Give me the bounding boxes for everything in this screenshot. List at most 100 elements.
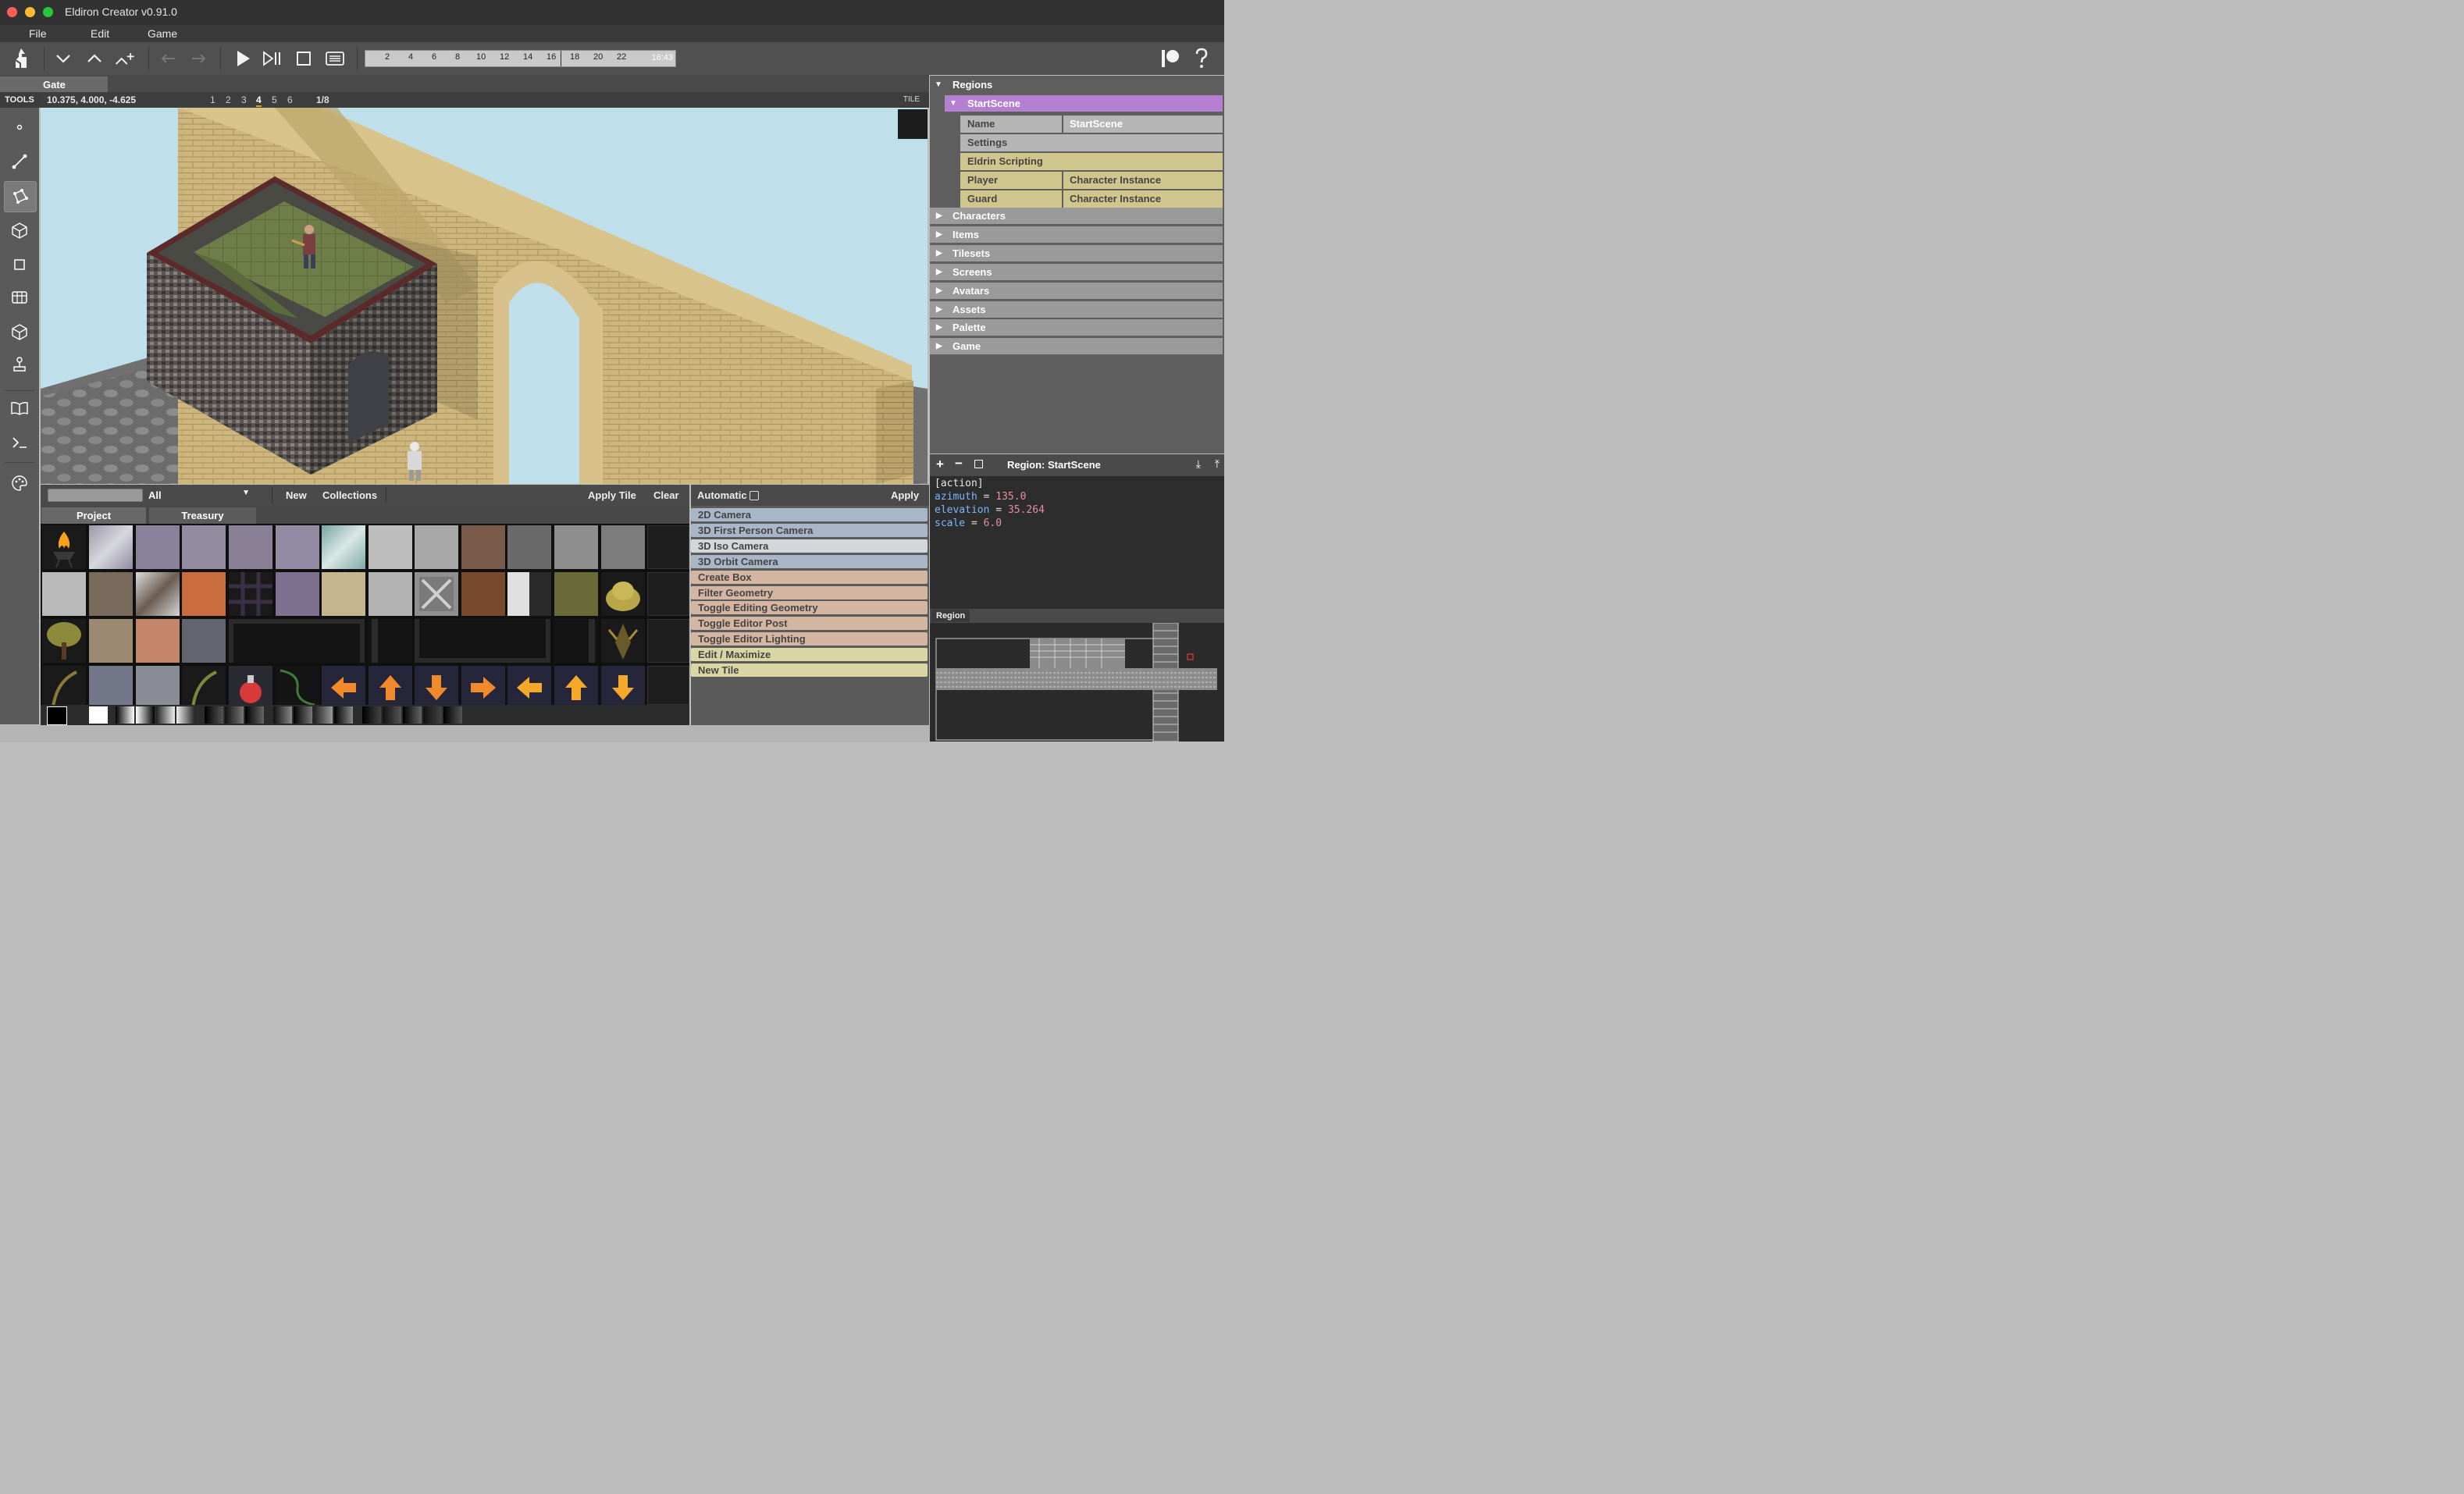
tile-cell[interactable] (369, 619, 412, 663)
logo-icon[interactable] (9, 48, 33, 69)
tile-cell[interactable] (461, 525, 505, 569)
tile-cell[interactable] (601, 619, 645, 663)
tile-filter-select[interactable]: All ▼ (144, 488, 253, 503)
tile-cell[interactable] (322, 525, 365, 569)
move-down-icon[interactable] (52, 48, 75, 69)
console-icon[interactable] (323, 48, 347, 69)
command-item[interactable]: Create Box (691, 570, 928, 584)
tile-cell[interactable] (369, 572, 412, 616)
tile-cell[interactable] (136, 619, 180, 663)
tile-cell[interactable] (89, 572, 133, 616)
patreon-icon[interactable] (1159, 48, 1182, 69)
layer-4-button[interactable]: 4 (256, 94, 262, 107)
zoom-window-button[interactable] (43, 7, 53, 17)
swatch[interactable] (156, 706, 175, 724)
undo-icon[interactable] (156, 48, 180, 69)
tree-section-tilesets[interactable]: ▶ Tilesets (930, 244, 1223, 261)
tile-cell[interactable] (229, 619, 365, 663)
tile-cell[interactable] (554, 619, 598, 663)
swatch[interactable] (403, 706, 422, 724)
tile-cell[interactable] (647, 619, 689, 663)
tab-gate[interactable]: Gate (0, 76, 108, 92)
tree-section-avatars[interactable]: ▶ Avatars (930, 282, 1223, 299)
tile-cell[interactable] (42, 619, 86, 663)
palette-tool-icon[interactable] (4, 468, 35, 498)
swatch[interactable] (334, 706, 353, 724)
add-icon[interactable]: + (936, 457, 944, 472)
remove-icon[interactable]: − (955, 456, 963, 471)
close-window-button[interactable] (7, 7, 17, 17)
add-above-icon[interactable] (114, 48, 137, 69)
info-tool-icon[interactable] (4, 393, 35, 423)
property-label[interactable]: Settings (960, 134, 1223, 151)
region-minimap[interactable] (930, 623, 1224, 742)
swatch[interactable] (89, 706, 108, 724)
tile-cell[interactable] (322, 572, 365, 616)
tile-cell[interactable] (42, 666, 86, 710)
swatch[interactable] (294, 706, 312, 724)
tileset-tool-icon[interactable] (4, 283, 35, 312)
tree-section-palette[interactable]: ▶ Palette (930, 319, 1223, 336)
clear-button[interactable]: Clear (653, 488, 679, 503)
redo-icon[interactable] (187, 48, 211, 69)
new-button[interactable]: New (286, 488, 307, 503)
tile-cell[interactable] (507, 666, 551, 710)
tile-cell[interactable] (89, 666, 133, 710)
tree-regions[interactable]: ▼ Regions (930, 76, 1223, 93)
tree-section-screens[interactable]: ▶ Screens (930, 263, 1223, 280)
tree-section-items[interactable]: ▶ Items (930, 226, 1223, 243)
duplicate-icon[interactable] (974, 460, 983, 468)
tile-cell[interactable] (415, 619, 550, 663)
tile-cell[interactable] (182, 619, 226, 663)
layer-2-button[interactable]: 2 (226, 94, 231, 105)
tree-startscene[interactable]: ▼ StartScene (945, 95, 1223, 112)
tile-cell[interactable] (182, 572, 226, 616)
tile-cell[interactable] (136, 572, 180, 616)
property-value[interactable]: StartScene (1063, 116, 1223, 133)
tile-cell[interactable] (647, 572, 689, 616)
menu-game[interactable]: Game (148, 27, 177, 40)
tile-cell[interactable] (89, 525, 133, 569)
automatic-checkbox[interactable] (750, 491, 759, 500)
tile-cell[interactable] (42, 572, 86, 616)
property-label[interactable]: Guard (960, 190, 1062, 208)
tile-cell[interactable] (647, 666, 689, 705)
tile-cell[interactable] (415, 525, 458, 569)
collections-button[interactable]: Collections (322, 488, 377, 503)
tree-section-characters[interactable]: ▶ Characters (930, 208, 1223, 224)
code-editor[interactable]: [action] azimuth = 135.0 elevation = 35.… (930, 476, 1224, 609)
tile-search-input[interactable] (48, 489, 143, 502)
tile-cell[interactable] (322, 666, 365, 710)
swatch[interactable] (362, 706, 381, 724)
tile-cell[interactable] (601, 666, 645, 710)
import-icon[interactable]: ⤓ (1196, 457, 1201, 471)
tile-cell[interactable] (89, 619, 133, 663)
game-tool-icon[interactable] (4, 350, 35, 379)
scene-viewport[interactable] (41, 108, 928, 484)
vertex-tool-icon[interactable] (4, 112, 35, 142)
layer-3-button[interactable]: 3 (241, 94, 247, 105)
property-label[interactable]: Eldrin Scripting (960, 153, 1223, 170)
help-icon[interactable] (1190, 48, 1213, 69)
command-item[interactable]: Toggle Editor Post (691, 617, 928, 631)
tile-cell[interactable] (415, 572, 458, 616)
swatch[interactable] (443, 706, 462, 724)
command-item[interactable]: 2D Camera (691, 508, 928, 521)
tile-cell[interactable] (461, 572, 505, 616)
tile-cell[interactable] (554, 666, 598, 710)
tile-cell[interactable] (369, 666, 412, 710)
tile-cell[interactable] (507, 525, 551, 569)
stop-icon[interactable] (292, 48, 315, 69)
tile-cell[interactable] (42, 525, 86, 569)
tile-cell[interactable] (276, 525, 319, 569)
tab-project[interactable]: Project (41, 507, 146, 524)
apply-tile-button[interactable]: Apply Tile (588, 488, 636, 503)
tile-cell[interactable] (507, 572, 551, 616)
swatch[interactable] (205, 706, 223, 724)
swatch[interactable] (116, 706, 134, 724)
tile-cell[interactable] (554, 572, 598, 616)
swatch[interactable] (176, 706, 195, 724)
tile-cell[interactable] (415, 666, 458, 710)
tile-cell[interactable] (276, 572, 319, 616)
layer-6-button[interactable]: 6 (287, 94, 293, 105)
